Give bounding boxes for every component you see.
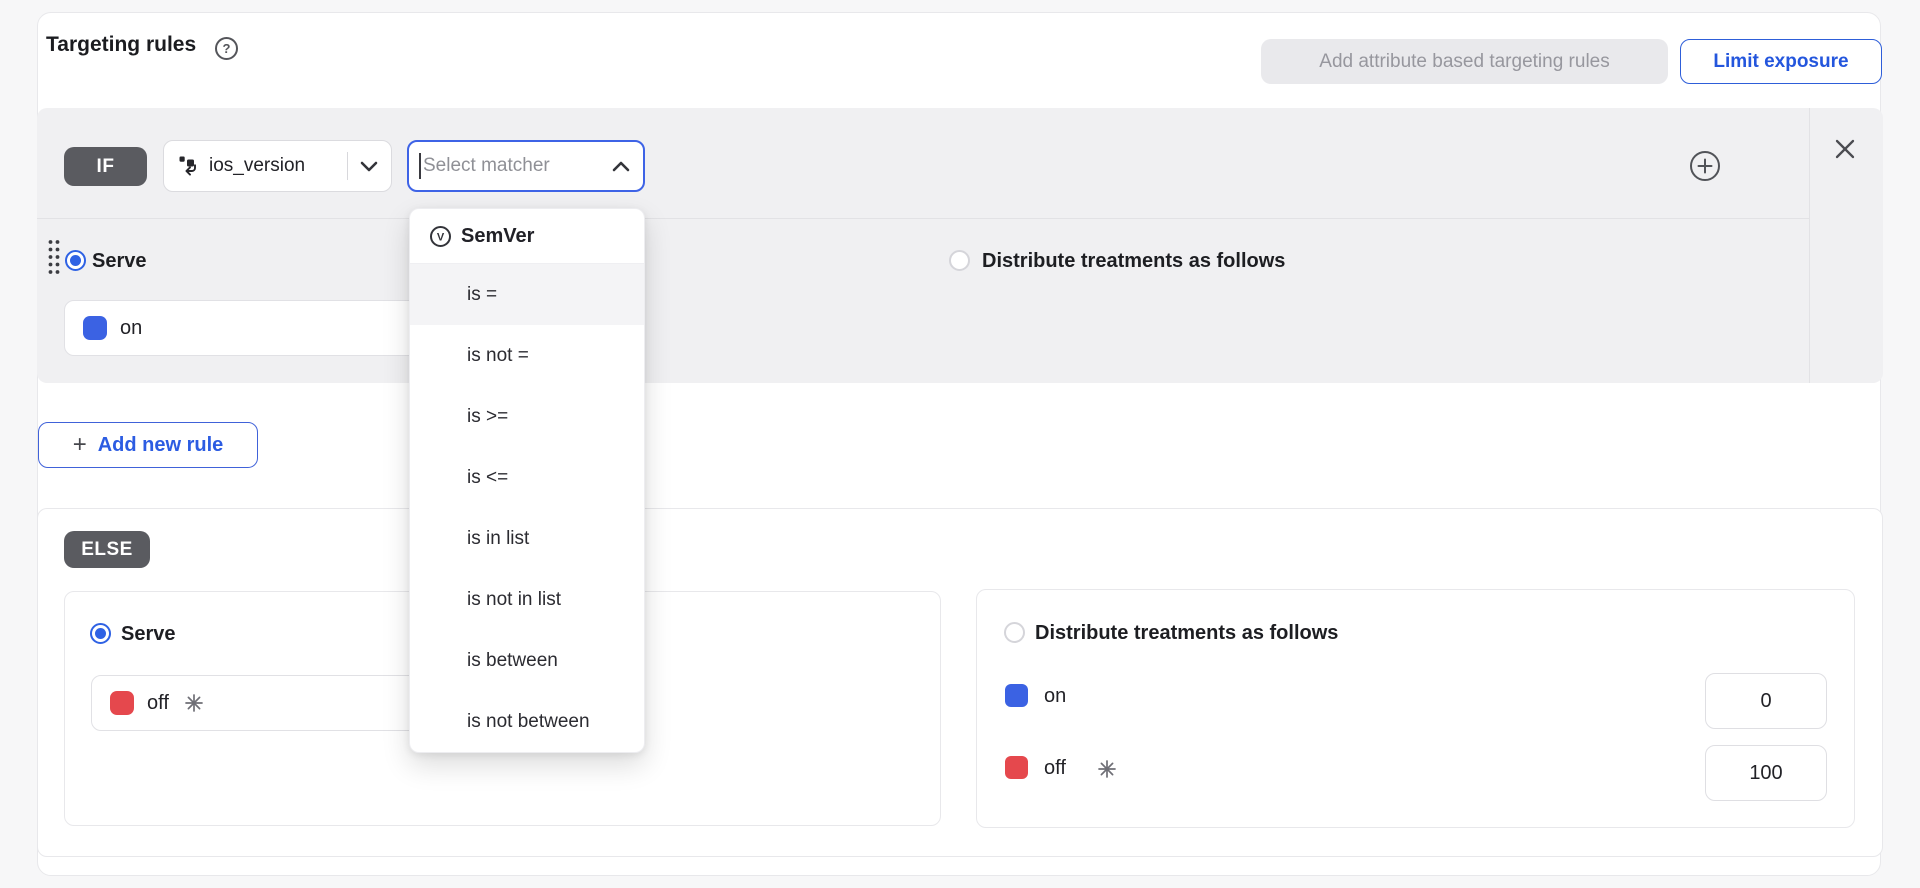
attribute-select[interactable]: ios_version bbox=[163, 140, 392, 192]
add-attribute-rules-button[interactable]: Add attribute based targeting rules bbox=[1261, 39, 1668, 84]
matcher-group-label: SemVer bbox=[461, 225, 534, 248]
distribute-radio[interactable] bbox=[949, 250, 970, 271]
rule-card-vertical-divider bbox=[1809, 108, 1810, 383]
serve-radio-selected[interactable] bbox=[65, 250, 86, 271]
add-new-rule-label: Add new rule bbox=[98, 434, 224, 457]
matcher-option-is-in-list[interactable]: is in list bbox=[410, 508, 644, 569]
distribution-off-value: 100 bbox=[1749, 762, 1782, 785]
distribution-on-input[interactable]: 0 bbox=[1705, 673, 1827, 729]
else-distribute-radio[interactable] bbox=[1004, 622, 1025, 643]
if-badge: IF bbox=[64, 147, 147, 186]
chevron-down-icon[interactable] bbox=[359, 160, 379, 173]
matcher-select-input[interactable]: Select matcher bbox=[407, 140, 645, 192]
add-new-rule-button[interactable]: + Add new rule bbox=[38, 422, 258, 468]
version-circle-icon: V bbox=[429, 225, 452, 248]
default-treatment-asterisk-icon bbox=[183, 692, 205, 714]
matcher-dropdown: V SemVer is = is not = is >= is <= is in… bbox=[409, 208, 645, 753]
matcher-option-is-lte[interactable]: is <= bbox=[410, 447, 644, 508]
matcher-option-is-not-in-list[interactable]: is not in list bbox=[410, 569, 644, 630]
distribution-on-value: 0 bbox=[1760, 690, 1771, 713]
drag-handle-icon[interactable] bbox=[45, 238, 63, 276]
limit-exposure-label: Limit exposure bbox=[1713, 51, 1848, 73]
distribution-off-input[interactable]: 100 bbox=[1705, 745, 1827, 801]
plus-circle-icon[interactable] bbox=[1689, 150, 1721, 182]
svg-text:V: V bbox=[437, 231, 445, 243]
attribute-value: ios_version bbox=[209, 155, 347, 177]
text-caret bbox=[419, 153, 421, 179]
distribution-off-swatch bbox=[1005, 756, 1028, 779]
distribution-off-name: off bbox=[1044, 756, 1066, 780]
else-serve-label: Serve bbox=[121, 622, 176, 646]
matcher-option-is-not-equal[interactable]: is not = bbox=[410, 325, 644, 386]
rule-card-horizontal-divider bbox=[37, 218, 1809, 219]
page-title: Targeting rules bbox=[46, 33, 196, 57]
matcher-placeholder: Select matcher bbox=[423, 155, 611, 177]
question-circle-icon[interactable]: ? bbox=[215, 37, 238, 60]
treatment-on-name: on bbox=[120, 317, 142, 340]
default-treatment-asterisk-icon bbox=[1096, 758, 1118, 780]
matcher-option-is-not-between[interactable]: is not between bbox=[410, 691, 644, 752]
matcher-option-is-gte[interactable]: is >= bbox=[410, 386, 644, 447]
treatment-off-swatch bbox=[110, 691, 134, 715]
plus-icon: + bbox=[73, 433, 87, 457]
targeting-rules-page: Targeting rules ? Add attribute based ta… bbox=[0, 0, 1920, 888]
treatment-on-swatch bbox=[83, 316, 107, 340]
matcher-group-header: V SemVer bbox=[410, 209, 644, 264]
else-distribute-label: Distribute treatments as follows bbox=[1035, 621, 1338, 645]
distribution-on-swatch bbox=[1005, 684, 1028, 707]
matcher-option-is-between[interactable]: is between bbox=[410, 630, 644, 691]
attribute-select-divider bbox=[347, 152, 348, 180]
limit-exposure-button[interactable]: Limit exposure bbox=[1680, 39, 1882, 84]
else-serve-radio-selected[interactable] bbox=[90, 623, 111, 644]
question-glyph: ? bbox=[223, 41, 231, 56]
add-attribute-rules-label: Add attribute based targeting rules bbox=[1319, 51, 1609, 73]
close-icon[interactable] bbox=[1833, 137, 1857, 161]
distribution-on-name: on bbox=[1044, 684, 1066, 708]
serve-label: Serve bbox=[92, 249, 147, 273]
matcher-option-is-equal[interactable]: is = bbox=[410, 264, 644, 325]
else-badge: ELSE bbox=[64, 531, 150, 568]
treatment-off-name: off bbox=[147, 692, 169, 715]
attribute-icon bbox=[177, 154, 201, 178]
distribute-label: Distribute treatments as follows bbox=[982, 249, 1285, 273]
chevron-up-icon[interactable] bbox=[611, 160, 631, 173]
